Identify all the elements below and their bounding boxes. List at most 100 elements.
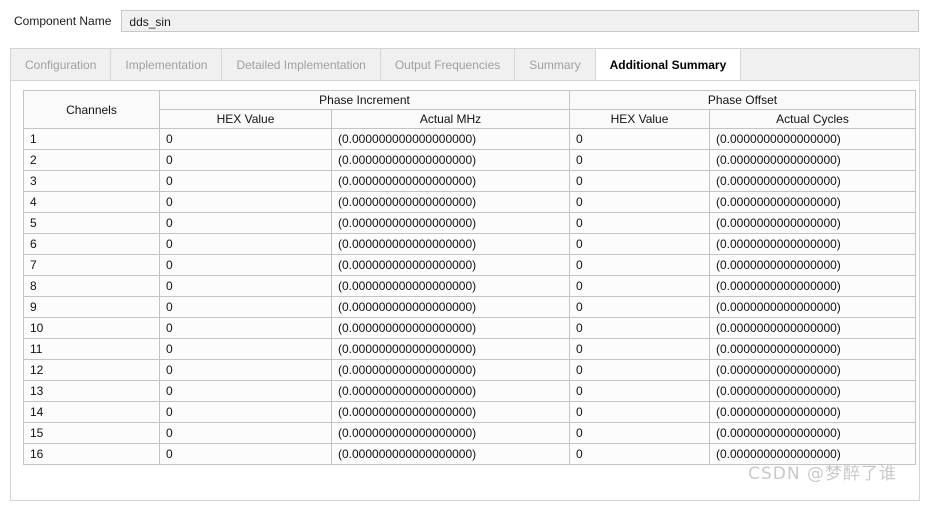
table-row[interactable]: 3 0 (0.000000000000000000) 0 (0.000000000000… xyxy=(23,170,916,192)
cell-pi-hex-value: 0 xyxy=(159,149,332,171)
cell-pi-actual-mhz: (0.000000000000000000) xyxy=(331,338,570,360)
cell-pi-actual-mhz: (0.000000000000000000) xyxy=(331,422,570,444)
cell-channel: 12 xyxy=(23,359,160,381)
cell-pi-hex-value: 0 xyxy=(159,422,332,444)
table-row[interactable]: 9 0 (0.000000000000000000) 0 (0.000000000000… xyxy=(23,296,916,318)
table-row[interactable]: 14 0 (0.000000000000000000) 0 (0.00000000000… xyxy=(23,401,916,423)
cell-po-actual-cycles: (0.0000000000000000) xyxy=(709,191,916,213)
component-name-row: Component Name dds_sin xyxy=(0,0,931,42)
additional-summary-panel: Channels Phase Increment Phase Offset HE… xyxy=(10,80,920,501)
tab-output-frequencies[interactable]: Output Frequencies xyxy=(381,49,516,80)
tab-additional-summary[interactable]: Additional Summary xyxy=(594,49,742,80)
cell-channel: 16 xyxy=(23,443,160,465)
cell-po-actual-cycles: (0.0000000000000000) xyxy=(709,212,916,234)
header-channels: Channels xyxy=(23,90,160,129)
dds-compiler-window: Component Name dds_sin Configuration Impl… xyxy=(0,0,931,511)
cell-channel: 3 xyxy=(23,170,160,192)
table-row[interactable]: 4 0 (0.000000000000000000) 0 (0.000000000000… xyxy=(23,191,916,213)
cell-po-actual-cycles: (0.0000000000000000) xyxy=(709,401,916,423)
cell-po-actual-cycles: (0.0000000000000000) xyxy=(709,317,916,339)
cell-pi-hex-value: 0 xyxy=(159,128,332,150)
table-row[interactable]: 8 0 (0.000000000000000000) 0 (0.000000000000… xyxy=(23,275,916,297)
cell-pi-hex-value: 0 xyxy=(159,317,332,339)
table-header-row-groups: Channels Phase Increment Phase Offset xyxy=(23,90,916,129)
cell-channel: 7 xyxy=(23,254,160,276)
cell-channel: 9 xyxy=(23,296,160,318)
cell-po-hex-value: 0 xyxy=(569,212,710,234)
tab-detailed-implementation[interactable]: Detailed Implementation xyxy=(222,49,381,80)
cell-po-actual-cycles: (0.0000000000000000) xyxy=(709,254,916,276)
tab-bar: Configuration Implementation Detailed Impl… xyxy=(10,48,920,80)
component-name-input[interactable]: dds_sin xyxy=(121,10,919,32)
cell-pi-actual-mhz: (0.000000000000000000) xyxy=(331,170,570,192)
cell-channel: 14 xyxy=(23,401,160,423)
cell-po-hex-value: 0 xyxy=(569,128,710,150)
cell-pi-hex-value: 0 xyxy=(159,212,332,234)
cell-pi-actual-mhz: (0.000000000000000000) xyxy=(331,380,570,402)
header-pi-actual-mhz: Actual MHz xyxy=(331,109,570,129)
table-row[interactable]: 12 0 (0.000000000000000000) 0 (0.00000000000… xyxy=(23,359,916,381)
cell-po-actual-cycles: (0.0000000000000000) xyxy=(709,338,916,360)
header-phase-increment: Phase Increment xyxy=(159,90,570,110)
watermark-text: CSDN @梦醉了谁 xyxy=(748,464,897,484)
cell-pi-hex-value: 0 xyxy=(159,338,332,360)
cell-pi-hex-value: 0 xyxy=(159,254,332,276)
cell-channel: 10 xyxy=(23,317,160,339)
cell-pi-actual-mhz: (0.000000000000000000) xyxy=(331,317,570,339)
cell-pi-actual-mhz: (0.000000000000000000) xyxy=(331,359,570,381)
cell-pi-hex-value: 0 xyxy=(159,191,332,213)
cell-channel: 5 xyxy=(23,212,160,234)
table-row[interactable]: 6 0 (0.000000000000000000) 0 (0.000000000000… xyxy=(23,233,916,255)
table-row[interactable]: 10 0 (0.000000000000000000) 0 (0.00000000000… xyxy=(23,317,916,339)
cell-pi-actual-mhz: (0.000000000000000000) xyxy=(331,296,570,318)
tab-summary[interactable]: Summary xyxy=(515,49,596,80)
table-row[interactable]: 2 0 (0.000000000000000000) 0 (0.000000000000… xyxy=(23,149,916,171)
cell-po-hex-value: 0 xyxy=(569,380,710,402)
cell-channel: 15 xyxy=(23,422,160,444)
cell-po-hex-value: 0 xyxy=(569,401,710,423)
cell-channel: 2 xyxy=(23,149,160,171)
cell-pi-hex-value: 0 xyxy=(159,359,332,381)
header-pi-hex-value: HEX Value xyxy=(159,109,332,129)
cell-po-actual-cycles: (0.0000000000000000) xyxy=(709,359,916,381)
component-name-label: Component Name xyxy=(14,14,112,28)
cell-po-hex-value: 0 xyxy=(569,191,710,213)
cell-pi-actual-mhz: (0.000000000000000000) xyxy=(331,191,570,213)
table-row[interactable]: 5 0 (0.000000000000000000) 0 (0.000000000000… xyxy=(23,212,916,234)
table-row[interactable]: 15 0 (0.000000000000000000) 0 (0.00000000000… xyxy=(23,422,916,444)
cell-po-actual-cycles: (0.0000000000000000) xyxy=(709,296,916,318)
cell-pi-actual-mhz: (0.000000000000000000) xyxy=(331,149,570,171)
cell-po-hex-value: 0 xyxy=(569,254,710,276)
cell-pi-hex-value: 0 xyxy=(159,380,332,402)
cell-pi-actual-mhz: (0.000000000000000000) xyxy=(331,212,570,234)
header-phase-offset: Phase Offset xyxy=(569,90,916,110)
tab-configuration[interactable]: Configuration xyxy=(11,49,112,80)
table-row[interactable]: 7 0 (0.000000000000000000) 0 (0.000000000000… xyxy=(23,254,916,276)
cell-channel: 11 xyxy=(23,338,160,360)
cell-channel: 13 xyxy=(23,380,160,402)
phase-summary-table: Channels Phase Increment Phase Offset HE… xyxy=(23,90,916,465)
tab-implementation[interactable]: Implementation xyxy=(111,49,223,80)
cell-pi-hex-value: 0 xyxy=(159,443,332,465)
cell-po-actual-cycles: (0.0000000000000000) xyxy=(709,275,916,297)
cell-po-hex-value: 0 xyxy=(569,422,710,444)
table-row[interactable]: 11 0 (0.000000000000000000) 0 (0.00000000000… xyxy=(23,338,916,360)
cell-pi-actual-mhz: (0.000000000000000000) xyxy=(331,401,570,423)
cell-po-hex-value: 0 xyxy=(569,149,710,171)
cell-pi-hex-value: 0 xyxy=(159,275,332,297)
cell-po-hex-value: 0 xyxy=(569,317,710,339)
cell-po-hex-value: 0 xyxy=(569,359,710,381)
cell-pi-actual-mhz: (0.000000000000000000) xyxy=(331,254,570,276)
header-po-hex-value: HEX Value xyxy=(569,109,710,129)
cell-po-actual-cycles: (0.0000000000000000) xyxy=(709,380,916,402)
cell-po-hex-value: 0 xyxy=(569,275,710,297)
cell-po-actual-cycles: (0.0000000000000000) xyxy=(709,128,916,150)
cell-pi-hex-value: 0 xyxy=(159,401,332,423)
table-row[interactable]: 13 0 (0.000000000000000000) 0 (0.00000000000… xyxy=(23,380,916,402)
table-head: Channels Phase Increment Phase Offset HE… xyxy=(23,90,916,129)
cell-po-actual-cycles: (0.0000000000000000) xyxy=(709,149,916,171)
cell-channel: 1 xyxy=(23,128,160,150)
cell-pi-hex-value: 0 xyxy=(159,233,332,255)
tab-bar-filler xyxy=(741,49,919,80)
table-row[interactable]: 1 0 (0.000000000000000000) 0 (0.000000000000… xyxy=(23,128,916,150)
